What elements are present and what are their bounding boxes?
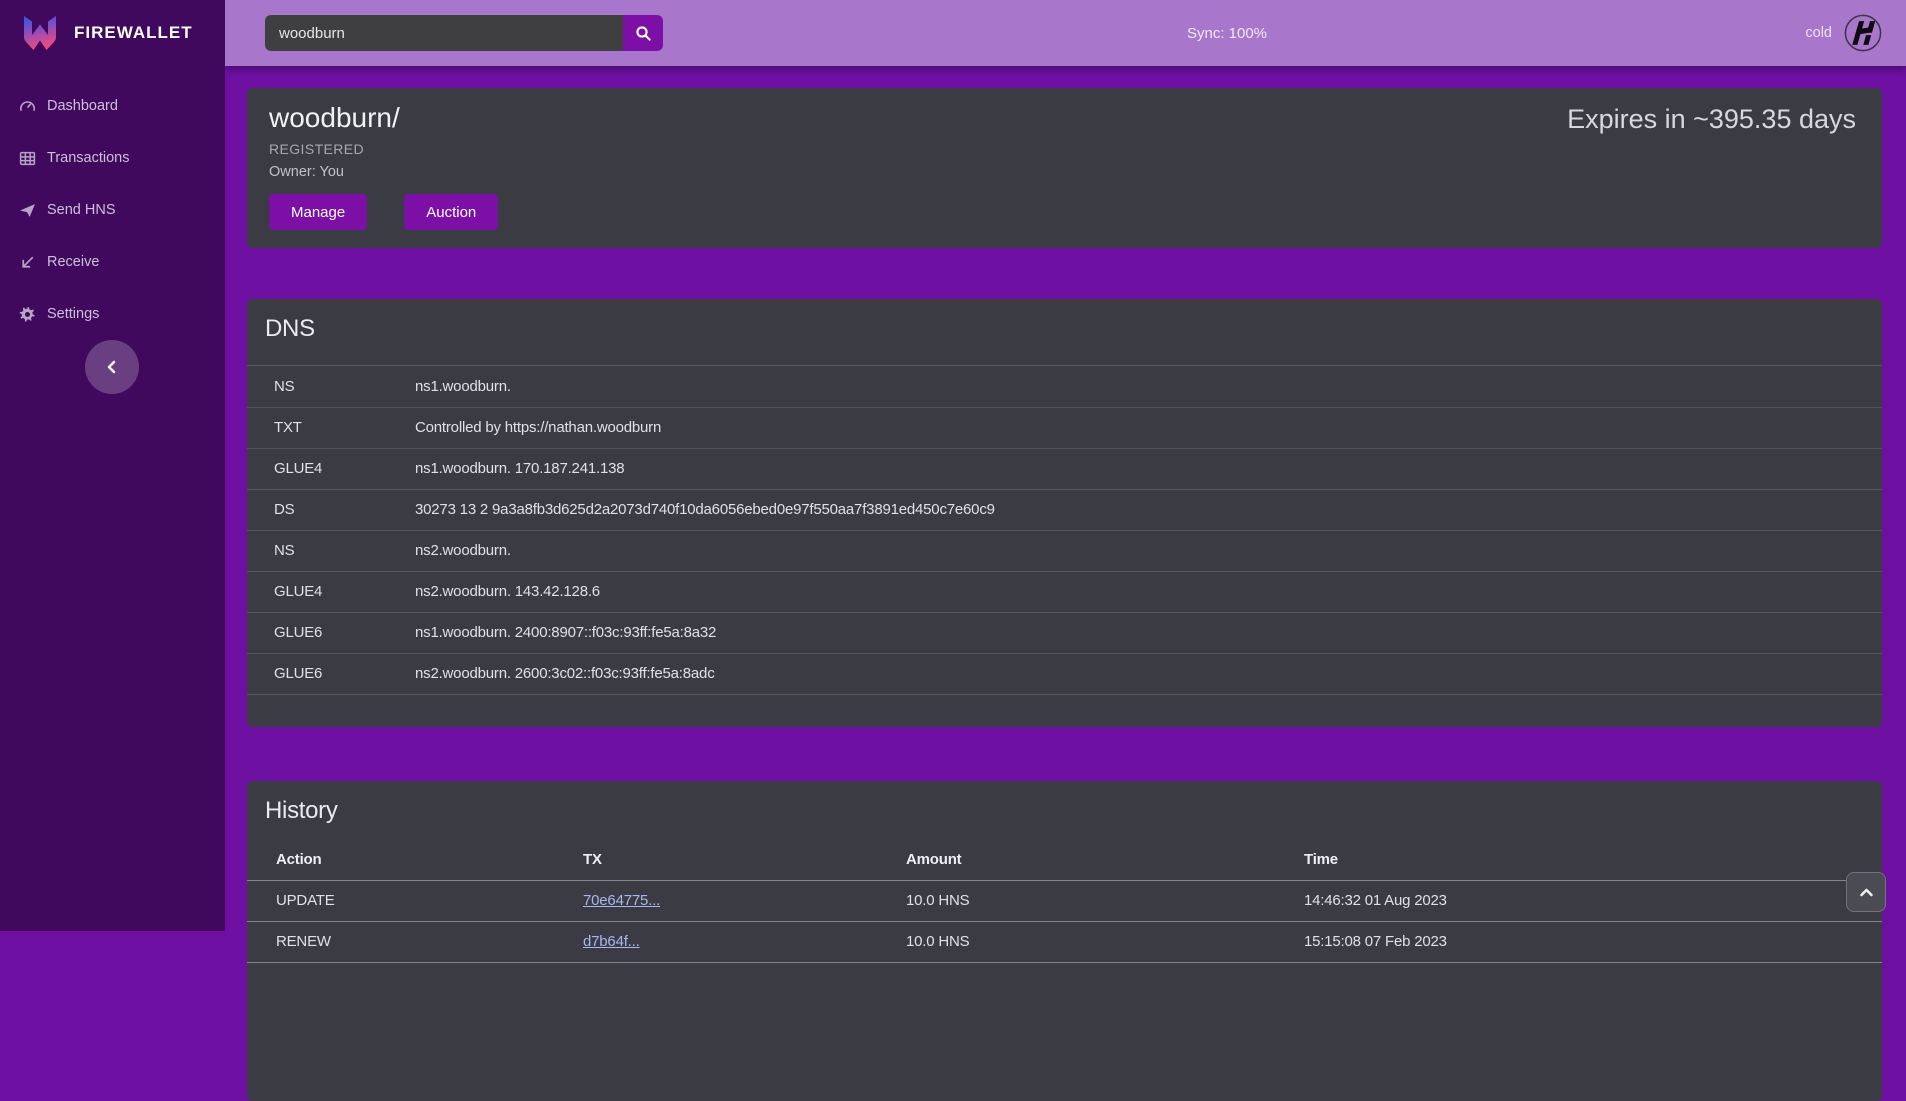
wallet-mode-label: cold bbox=[1805, 25, 1832, 41]
domain-owner: Owner: You bbox=[269, 164, 1860, 180]
history-action: RENEW bbox=[247, 921, 583, 962]
history-time: 14:46:32 01 Aug 2023 bbox=[1304, 880, 1882, 921]
sidebar-collapse-button[interactable] bbox=[85, 340, 139, 394]
sidebar-item-dashboard[interactable]: Dashboard bbox=[0, 80, 225, 132]
dns-record-row: GLUE6 ns2.woodburn. 2600:3c02::f03c:93ff… bbox=[247, 653, 1882, 694]
dns-record-value: ns1.woodburn. 2400:8907::f03c:93ff:fe5a:… bbox=[415, 612, 1882, 653]
history-col-action: Action bbox=[247, 839, 583, 880]
domain-status: REGISTERED bbox=[269, 141, 1860, 157]
dns-record-row: GLUE4 ns2.woodburn. 143.42.128.6 bbox=[247, 571, 1882, 612]
dns-record-type: NS bbox=[247, 530, 415, 571]
brand: FIREWALLET bbox=[0, 0, 225, 66]
auction-button[interactable]: Auction bbox=[404, 194, 498, 230]
history-title: History bbox=[247, 781, 1882, 839]
history-row: RENEW d7b64f... 10.0 HNS 15:15:08 07 Feb… bbox=[247, 921, 1882, 962]
scroll-to-top-button[interactable] bbox=[1846, 872, 1886, 912]
search-input[interactable] bbox=[265, 15, 623, 51]
dashboard-gauge-icon bbox=[19, 98, 36, 115]
sidebar-item-receive[interactable]: Receive bbox=[0, 236, 225, 288]
dns-table: NS ns1.woodburn. TXT Controlled by https… bbox=[247, 366, 1882, 695]
dns-title: DNS bbox=[247, 299, 1882, 366]
dns-record-row: GLUE4 ns1.woodburn. 170.187.241.138 bbox=[247, 448, 1882, 489]
dns-record-value: ns1.woodburn. 170.187.241.138 bbox=[415, 448, 1882, 489]
dns-card: DNS NS ns1.woodburn. TXT Controlled by h… bbox=[247, 299, 1882, 727]
chevron-up-icon bbox=[1859, 885, 1874, 900]
sidebar-item-settings[interactable]: Settings bbox=[0, 288, 225, 340]
dns-record-type: GLUE6 bbox=[247, 612, 415, 653]
dns-record-row: DS 30273 13 2 9a3a8fb3d625d2a2073d740f10… bbox=[247, 489, 1882, 530]
history-col-tx: TX bbox=[583, 839, 906, 880]
handshake-hns-logo-icon[interactable] bbox=[1844, 14, 1882, 52]
history-table: Action TX Amount Time UPDATE 70e64775...… bbox=[247, 839, 1882, 963]
history-header-row: Action TX Amount Time bbox=[247, 839, 1882, 880]
settings-gear-icon bbox=[19, 306, 36, 323]
dns-record-row: TXT Controlled by https://nathan.woodbur… bbox=[247, 407, 1882, 448]
dns-record-type: DS bbox=[247, 489, 415, 530]
sidebar-item-label: Send HNS bbox=[47, 202, 116, 218]
dns-record-type: GLUE6 bbox=[247, 653, 415, 694]
wallet-indicator: cold bbox=[1805, 14, 1882, 52]
dns-record-value: 30273 13 2 9a3a8fb3d625d2a2073d740f10da6… bbox=[415, 489, 1882, 530]
dns-record-type: GLUE4 bbox=[247, 448, 415, 489]
history-amount: 10.0 HNS bbox=[906, 880, 1304, 921]
search-bar bbox=[265, 15, 663, 51]
dns-record-value: ns1.woodburn. bbox=[415, 366, 1882, 407]
search-icon bbox=[635, 25, 652, 42]
history-amount: 10.0 HNS bbox=[906, 921, 1304, 962]
history-action: UPDATE bbox=[247, 880, 583, 921]
history-row: UPDATE 70e64775... 10.0 HNS 14:46:32 01 … bbox=[247, 880, 1882, 921]
tx-link[interactable]: d7b64f... bbox=[583, 933, 640, 950]
transactions-table-icon bbox=[19, 150, 36, 167]
dns-record-type: GLUE4 bbox=[247, 571, 415, 612]
sidebar-nav: Dashboard Transactions Send HNS Receiv bbox=[0, 80, 225, 340]
sidebar-item-label: Dashboard bbox=[47, 98, 118, 114]
brand-name: FIREWALLET bbox=[74, 23, 193, 43]
sidebar-item-label: Transactions bbox=[47, 150, 129, 166]
history-col-time: Time bbox=[1304, 839, 1882, 880]
sidebar-item-transactions[interactable]: Transactions bbox=[0, 132, 225, 184]
sidebar-item-label: Receive bbox=[47, 254, 99, 270]
domain-card: woodburn/ REGISTERED Owner: You Manage A… bbox=[247, 88, 1882, 248]
history-time: 15:15:08 07 Feb 2023 bbox=[1304, 921, 1882, 962]
manage-button[interactable]: Manage bbox=[269, 194, 367, 230]
dns-record-value: ns2.woodburn. bbox=[415, 530, 1882, 571]
receive-arrow-icon bbox=[19, 254, 36, 271]
main-content: woodburn/ REGISTERED Owner: You Manage A… bbox=[225, 0, 1906, 931]
dns-record-value: ns2.woodburn. 143.42.128.6 bbox=[415, 571, 1882, 612]
history-card: History Action TX Amount Time UPDATE 70e… bbox=[247, 781, 1882, 1101]
sync-status: Sync: 100% bbox=[1187, 25, 1267, 42]
dns-record-row: NS ns2.woodburn. bbox=[247, 530, 1882, 571]
sidebar-item-send-hns[interactable]: Send HNS bbox=[0, 184, 225, 236]
search-button[interactable] bbox=[623, 15, 663, 51]
dns-record-type: TXT bbox=[247, 407, 415, 448]
dns-record-value: Controlled by https://nathan.woodburn bbox=[415, 407, 1882, 448]
dns-record-type: NS bbox=[247, 366, 415, 407]
send-plane-icon bbox=[19, 202, 36, 219]
dns-record-row: NS ns1.woodburn. bbox=[247, 366, 1882, 407]
history-col-amount: Amount bbox=[906, 839, 1304, 880]
tx-link[interactable]: 70e64775... bbox=[583, 892, 660, 909]
topbar: Sync: 100% cold bbox=[225, 0, 1906, 66]
dns-record-row: GLUE6 ns1.woodburn. 2400:8907::f03c:93ff… bbox=[247, 612, 1882, 653]
dns-record-value: ns2.woodburn. 2600:3c02::f03c:93ff:fe5a:… bbox=[415, 653, 1882, 694]
sidebar: FIREWALLET Dashboard Transactions Sen bbox=[0, 0, 225, 931]
chevron-left-icon bbox=[105, 360, 119, 374]
firewallet-logo-icon bbox=[20, 13, 60, 53]
sidebar-item-label: Settings bbox=[47, 306, 99, 322]
domain-expiry: Expires in ~395.35 days bbox=[1567, 104, 1856, 135]
